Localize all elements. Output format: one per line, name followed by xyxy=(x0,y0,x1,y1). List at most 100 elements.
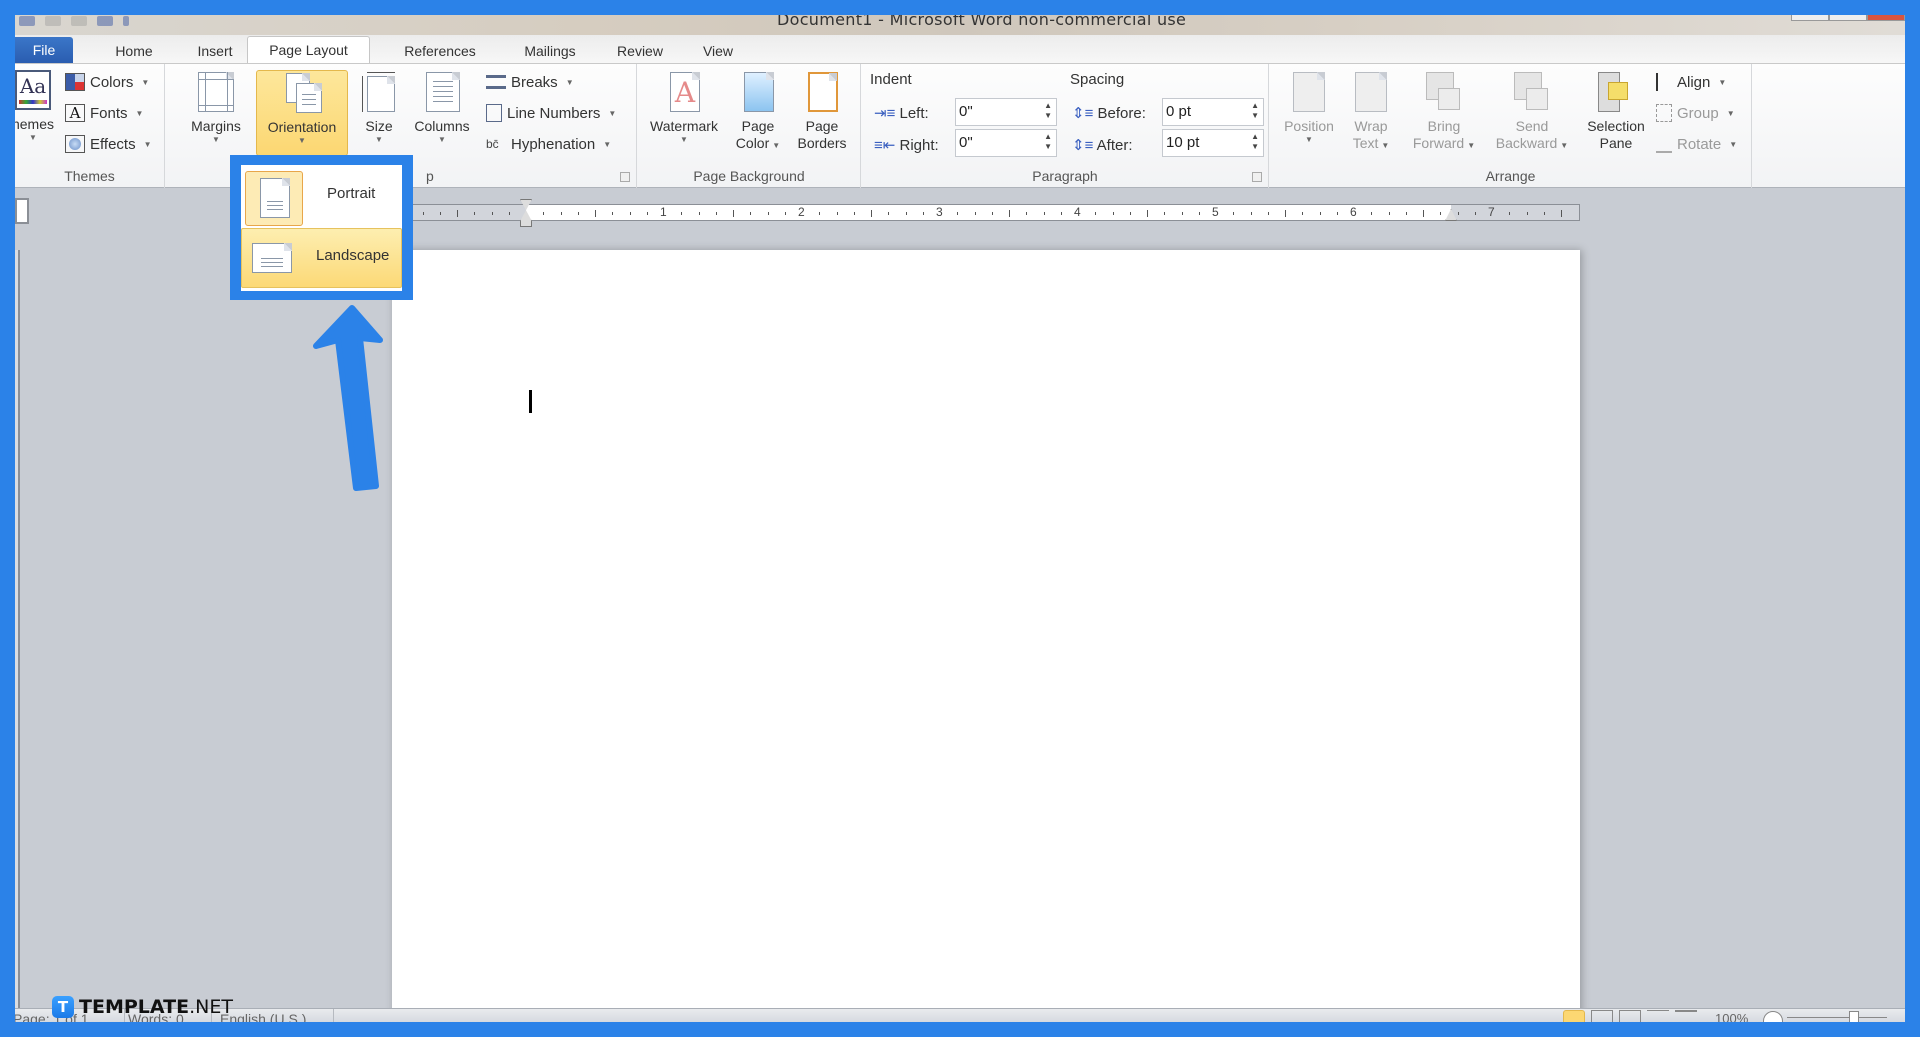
tab-view[interactable]: View xyxy=(690,41,746,63)
spinner-icon[interactable]: ▲ ▼ xyxy=(1251,101,1259,121)
zoom-slider-thumb[interactable] xyxy=(1849,1011,1859,1022)
spinner-icon[interactable]: ▲ ▼ xyxy=(1044,101,1052,121)
draft-view-button[interactable] xyxy=(1675,1010,1697,1022)
page-borders-button[interactable]: Page Borders xyxy=(792,70,852,156)
save-icon[interactable] xyxy=(45,16,61,26)
zoom-out-button[interactable] xyxy=(1763,1011,1783,1022)
zoom-level[interactable]: 100% xyxy=(1707,1009,1756,1022)
landscape-page-icon xyxy=(252,243,292,273)
ruler-tick xyxy=(974,211,976,215)
customize-qat-icon[interactable] xyxy=(123,16,129,26)
horizontal-ruler[interactable]: 1 2 3 4 5 6 7 xyxy=(410,199,1580,227)
colors-icon xyxy=(65,73,85,91)
selection-pane-button[interactable]: Selection Pane xyxy=(1580,70,1652,156)
tab-insert[interactable]: Insert xyxy=(180,41,250,63)
window-controls xyxy=(1791,15,1905,21)
ruler-tick xyxy=(1250,211,1252,215)
orientation-option-landscape[interactable]: Landscape xyxy=(241,228,402,288)
send-backward-icon xyxy=(1512,70,1552,114)
ruler-tick xyxy=(1129,211,1131,215)
columns-button[interactable]: Columns ▼ xyxy=(410,70,474,156)
vertical-ruler[interactable] xyxy=(15,250,20,1022)
size-button[interactable]: Size ▼ xyxy=(354,70,404,156)
undo-icon[interactable] xyxy=(71,16,87,26)
title-bar: Document1 - Microsoft Word non-commercia… xyxy=(15,15,1905,35)
wrap-text-icon xyxy=(1351,70,1391,114)
watermark-button[interactable]: A Watermark ▼ xyxy=(644,70,724,156)
rotate-button[interactable]: Rotate ▼ xyxy=(1656,133,1737,155)
align-button[interactable]: Align ▼ xyxy=(1656,71,1726,93)
themes-button[interactable]: Aa hemes ▼ xyxy=(15,70,55,156)
spacing-before-field[interactable]: 0 pt ▲ ▼ xyxy=(1162,98,1264,126)
tab-mailings[interactable]: Mailings xyxy=(510,41,590,63)
chevron-down-icon: ▼ xyxy=(772,141,781,150)
spacing-after-field[interactable]: 10 pt ▲ ▼ xyxy=(1162,129,1264,157)
ruler-tick xyxy=(1198,211,1200,215)
ruler-tick xyxy=(646,211,648,215)
fonts-icon: A xyxy=(65,104,85,122)
position-button[interactable]: Position ▼ xyxy=(1278,70,1340,156)
tab-page-layout[interactable]: Page Layout xyxy=(247,36,370,64)
group-button[interactable]: Group ▼ xyxy=(1656,102,1735,124)
ruler-tick xyxy=(991,211,993,215)
page-setup-dialog-launcher[interactable] xyxy=(620,172,630,182)
line-numbers-button[interactable]: Line Numbers ▼ xyxy=(486,102,616,124)
print-layout-view-button[interactable] xyxy=(1563,1010,1585,1022)
orientation-icon xyxy=(282,71,322,115)
page-borders-icon xyxy=(802,70,842,114)
ruler-number: 1 xyxy=(660,205,667,219)
columns-icon xyxy=(422,70,462,114)
tab-file[interactable]: File xyxy=(15,37,73,63)
tab-selector[interactable] xyxy=(15,198,29,224)
maximize-button[interactable] xyxy=(1829,15,1867,21)
web-layout-view-button[interactable] xyxy=(1619,1010,1641,1022)
close-button[interactable] xyxy=(1867,15,1905,21)
minimize-button[interactable] xyxy=(1791,15,1829,21)
ruler-tick xyxy=(715,211,717,215)
full-screen-reading-view-button[interactable] xyxy=(1591,1010,1613,1022)
ruler-tick xyxy=(1026,211,1028,215)
indent-right-field[interactable]: 0" ▲ ▼ xyxy=(955,129,1057,157)
ruler-tick xyxy=(577,211,579,215)
indent-left-field[interactable]: 0" ▲ ▼ xyxy=(955,98,1057,126)
position-icon xyxy=(1289,70,1329,114)
margins-button[interactable]: Margins ▼ xyxy=(186,70,246,156)
chevron-down-icon: ▼ xyxy=(608,108,617,118)
breaks-button[interactable]: Breaks ▼ xyxy=(486,71,574,93)
zoom-slider[interactable] xyxy=(1787,1017,1887,1018)
wrap-text-button[interactable]: Wrap Text ▼ xyxy=(1346,70,1396,156)
spinner-icon[interactable]: ▲ ▼ xyxy=(1044,132,1052,152)
document-page[interactable] xyxy=(392,250,1580,1022)
hyphenation-button[interactable]: bc̄ Hyphenation ▼ xyxy=(486,133,611,155)
ruler-tick xyxy=(698,211,700,215)
rotate-icon xyxy=(1656,135,1672,153)
chevron-down-icon: ▼ xyxy=(1381,141,1390,150)
tab-review[interactable]: Review xyxy=(605,41,675,63)
colors-button[interactable]: Colors ▼ xyxy=(65,71,149,93)
orientation-button[interactable]: Orientation ▼ xyxy=(256,70,348,156)
ruler-tick xyxy=(905,211,907,215)
send-backward-button[interactable]: Send Backward ▼ xyxy=(1490,70,1574,156)
tab-references[interactable]: References xyxy=(385,41,495,63)
ruler-tick xyxy=(1561,209,1562,217)
ruler-tick xyxy=(422,211,424,215)
page-color-button[interactable]: Page Color ▼ xyxy=(728,70,788,156)
ruler-tick xyxy=(1423,209,1424,217)
fonts-button[interactable]: A Fonts ▼ xyxy=(65,102,143,124)
text-cursor xyxy=(529,390,532,413)
ruler-tick xyxy=(819,211,821,215)
effects-button[interactable]: Effects ▼ xyxy=(65,133,152,155)
spinner-icon[interactable]: ▲ ▼ xyxy=(1251,132,1259,152)
orientation-menu-highlight: Portrait Landscape xyxy=(230,155,413,300)
paragraph-dialog-launcher[interactable] xyxy=(1252,172,1262,182)
orientation-option-portrait[interactable]: Portrait xyxy=(241,167,402,227)
ruler-tick xyxy=(439,211,441,215)
outline-view-button[interactable] xyxy=(1647,1010,1669,1022)
print-icon[interactable] xyxy=(97,16,113,26)
ruler-tick xyxy=(612,211,614,215)
indent-heading: Indent xyxy=(870,71,912,88)
tab-home[interactable]: Home xyxy=(95,41,173,63)
chevron-down-icon: ▼ xyxy=(603,139,612,149)
bring-forward-button[interactable]: Bring Forward ▼ xyxy=(1406,70,1482,156)
word-icon[interactable] xyxy=(19,16,35,26)
